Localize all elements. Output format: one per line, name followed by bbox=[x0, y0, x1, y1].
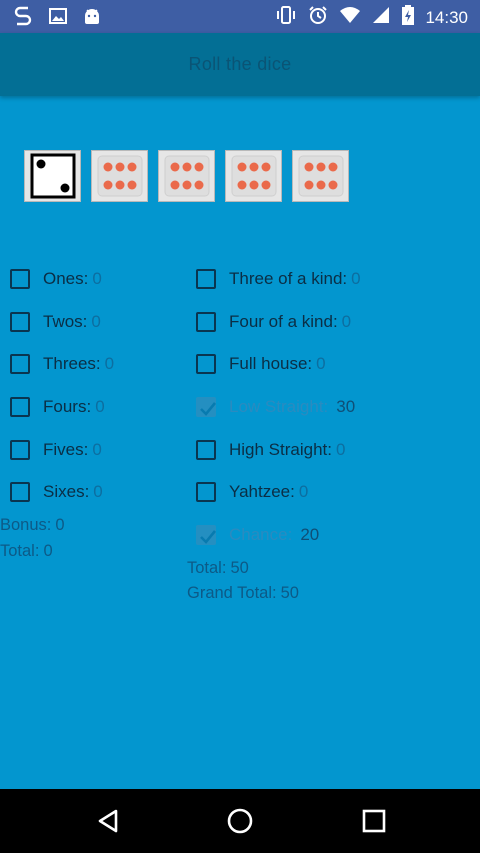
battery-charging-icon bbox=[401, 4, 415, 31]
checkbox[interactable] bbox=[10, 269, 30, 290]
android-icon bbox=[82, 6, 102, 31]
check-icon bbox=[200, 402, 217, 417]
score-row-twos[interactable]: Twos: 0 bbox=[10, 301, 114, 344]
checkbox[interactable] bbox=[196, 354, 216, 375]
checkbox[interactable] bbox=[196, 311, 216, 332]
score-label: Chance: bbox=[229, 524, 293, 544]
score-row-sixes[interactable]: Sixes: 0 bbox=[10, 471, 114, 514]
navigation-bar bbox=[0, 789, 480, 853]
checkbox-checked bbox=[196, 524, 217, 545]
lower-total-value: 50 bbox=[230, 559, 249, 577]
score-value: 0 bbox=[298, 482, 309, 502]
status-bar: 14:30 bbox=[0, 0, 480, 33]
lower-total-label: Total: bbox=[187, 559, 227, 577]
bonus-summary: Bonus: 0 bbox=[0, 516, 65, 535]
score-label: Sixes: bbox=[43, 482, 90, 502]
checkbox[interactable] bbox=[196, 482, 216, 503]
lower-section: Three of a kind: 0 Four of a kind: 0 Ful… bbox=[196, 258, 361, 556]
bonus-label: Bonus: bbox=[0, 516, 52, 534]
checkbox[interactable] bbox=[10, 397, 30, 418]
alarm-icon bbox=[307, 4, 329, 31]
score-label: Three of a kind: bbox=[229, 269, 348, 289]
score-label: Yahtzee: bbox=[229, 482, 295, 502]
wifi-icon bbox=[339, 5, 361, 30]
die-2[interactable] bbox=[91, 150, 148, 202]
score-row-high-straight[interactable]: High Straight: 0 bbox=[196, 428, 361, 471]
score-row-ones[interactable]: Ones: 0 bbox=[10, 258, 114, 301]
score-row-four-of-a-kind[interactable]: Four of a kind: 0 bbox=[196, 301, 361, 344]
back-icon[interactable] bbox=[94, 807, 122, 840]
score-row-chance: Chance: 20 bbox=[196, 514, 361, 557]
die-1[interactable] bbox=[24, 150, 81, 202]
score-row-low-straight: Low Straight: 30 bbox=[196, 386, 361, 429]
score-value: 0 bbox=[351, 269, 361, 289]
status-time: 14:30 bbox=[425, 7, 468, 27]
upper-total-label: Total: bbox=[0, 542, 40, 560]
checkbox[interactable] bbox=[10, 354, 30, 375]
score-row-yahtzee[interactable]: Yahtzee: 0 bbox=[196, 471, 361, 514]
checkbox[interactable] bbox=[10, 482, 30, 503]
check-icon bbox=[200, 530, 217, 544]
score-value: 0 bbox=[93, 482, 103, 502]
score-value: 0 bbox=[336, 439, 346, 459]
score-value: 0 bbox=[104, 354, 115, 374]
score-row-full-house[interactable]: Full house: 0 bbox=[196, 343, 361, 386]
grand-total-summary: Grand Total: 50 bbox=[187, 584, 299, 603]
toolbar: Roll the dice bbox=[0, 33, 480, 96]
score-value: 0 bbox=[92, 439, 102, 459]
score-label: High Straight: bbox=[229, 439, 332, 459]
signal-icon bbox=[371, 5, 391, 30]
gallery-icon bbox=[48, 6, 68, 31]
home-icon[interactable] bbox=[226, 807, 254, 840]
upper-total-summary: Total: 0 bbox=[0, 542, 53, 561]
score-value: 0 bbox=[91, 311, 101, 331]
s-app-icon bbox=[12, 5, 34, 32]
score-value: 0 bbox=[92, 269, 102, 289]
score-value: 20 bbox=[300, 524, 320, 544]
die-4[interactable] bbox=[225, 150, 282, 202]
score-label: Threes: bbox=[43, 354, 101, 374]
dice-row bbox=[24, 150, 349, 202]
checkbox-checked bbox=[196, 397, 217, 418]
score-row-threes[interactable]: Threes: 0 bbox=[10, 343, 114, 386]
score-row-fives[interactable]: Fives: 0 bbox=[10, 428, 114, 471]
score-label: Low Straight: bbox=[229, 397, 329, 417]
score-label: Fives: bbox=[43, 439, 89, 459]
bonus-value: 0 bbox=[55, 516, 65, 534]
die-5[interactable] bbox=[292, 150, 349, 202]
score-label: Four of a kind: bbox=[229, 311, 338, 331]
score-label: Twos: bbox=[43, 311, 88, 331]
recents-icon[interactable] bbox=[360, 807, 388, 840]
checkbox[interactable] bbox=[10, 439, 30, 460]
grand-total-value: 50 bbox=[280, 584, 299, 602]
score-row-fours[interactable]: Fours: 0 bbox=[10, 386, 114, 429]
score-label: Full house: bbox=[229, 354, 313, 374]
die-3[interactable] bbox=[158, 150, 215, 202]
score-row-three-of-a-kind[interactable]: Three of a kind: 0 bbox=[196, 258, 361, 301]
score-value: 0 bbox=[316, 354, 326, 374]
score-label: Fours: bbox=[43, 397, 92, 417]
score-value: 0 bbox=[95, 397, 105, 417]
score-label: Ones: bbox=[43, 269, 89, 289]
score-value: 0 bbox=[341, 311, 352, 331]
roll-dice-button[interactable]: Roll the dice bbox=[0, 54, 480, 75]
upper-total-value: 0 bbox=[43, 542, 53, 560]
checkbox[interactable] bbox=[196, 269, 216, 290]
lower-total-summary: Total: 50 bbox=[187, 559, 249, 578]
vibrate-icon bbox=[275, 4, 297, 31]
score-value: 30 bbox=[336, 397, 356, 417]
upper-section: Ones: 0 Twos: 0 Threes: 0 Fours: 0 Fives… bbox=[10, 258, 114, 514]
checkbox[interactable] bbox=[196, 439, 216, 460]
grand-total-label: Grand Total: bbox=[187, 584, 277, 602]
checkbox[interactable] bbox=[10, 311, 30, 332]
